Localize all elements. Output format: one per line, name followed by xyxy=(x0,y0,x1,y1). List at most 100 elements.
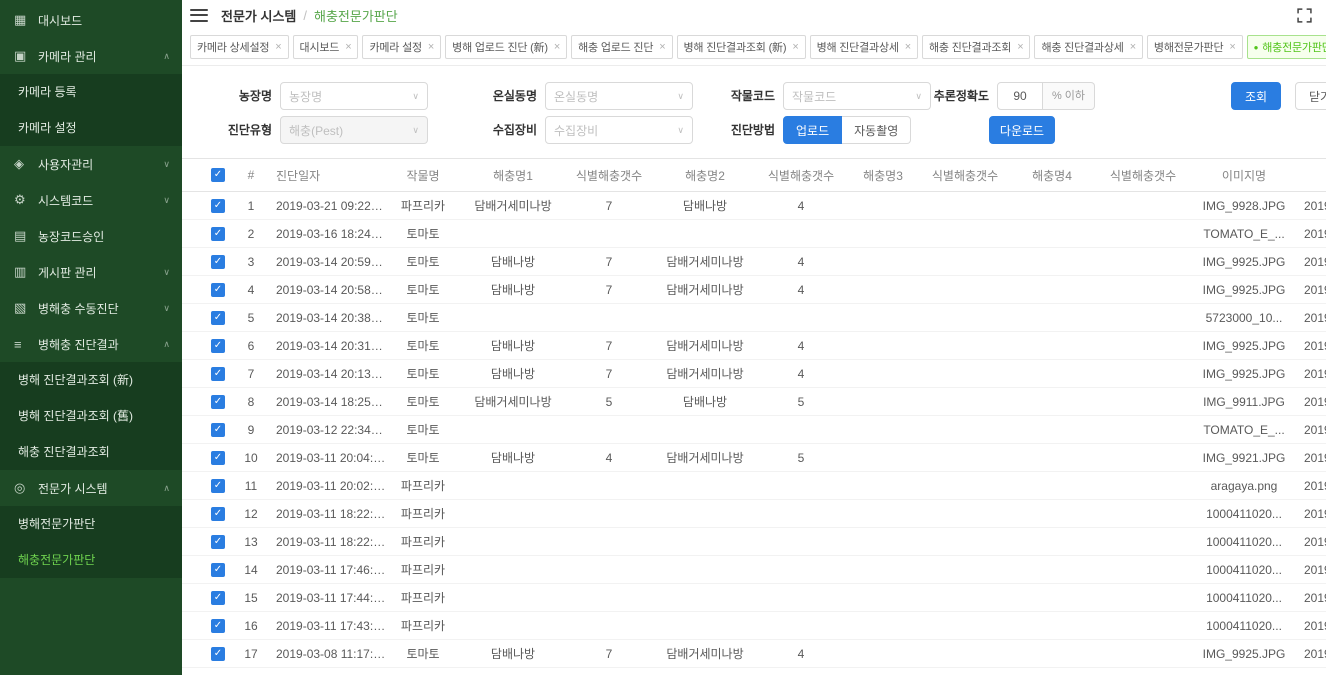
image-name: IMG_9925.JPG xyxy=(1190,255,1298,269)
close-icon[interactable]: × xyxy=(905,41,911,53)
tab[interactable]: ● 병해 진단결과조회 (新) × xyxy=(677,35,806,59)
registered-date: 2019 xyxy=(1298,283,1326,297)
diagnosis-date: 2019-03-12 22:34:44 xyxy=(268,423,386,437)
pest-name-2: 담배거세미나방 xyxy=(652,253,758,270)
sidebar-item-camera-register[interactable]: 카메라 등록 xyxy=(0,74,182,110)
tab-label: 해충 진단결과조회 xyxy=(929,39,1011,55)
download-button[interactable]: 다운로드 xyxy=(989,116,1055,144)
row-checkbox[interactable]: ✓ xyxy=(211,283,225,297)
row-checkbox[interactable]: ✓ xyxy=(211,199,225,213)
row-checkbox[interactable]: ✓ xyxy=(211,423,225,437)
row-checkbox[interactable]: ✓ xyxy=(211,535,225,549)
sidebar-item-label: 시스템코드 xyxy=(38,192,93,209)
pest-name-1: 담배나방 xyxy=(460,281,566,298)
tab[interactable]: ● 병해전문가판단 × xyxy=(1147,35,1243,59)
registered-date: 2019 xyxy=(1298,507,1326,521)
breadcrumb: 전문가 시스템 / 해충전문가판단 xyxy=(221,6,398,25)
sidebar-item-diagnosis-results[interactable]: ≡ 병해충 진단결과 ∧ xyxy=(0,326,182,362)
diagnosis-date: 2019-03-11 20:04:40 xyxy=(268,451,386,465)
row-checkbox[interactable]: ✓ xyxy=(211,311,225,325)
auto-capture-method-button[interactable]: 자동촬영 xyxy=(842,116,911,144)
row-checkbox[interactable]: ✓ xyxy=(211,647,225,661)
row-checkbox[interactable]: ✓ xyxy=(211,395,225,409)
crop-name: 토마토 xyxy=(386,393,460,410)
select-all-checkbox[interactable]: ✓ xyxy=(211,168,225,182)
close-icon[interactable]: × xyxy=(345,41,351,53)
close-icon[interactable]: × xyxy=(792,41,798,53)
crop-code-select[interactable]: 작물코드 ∨ xyxy=(783,82,931,110)
close-icon[interactable]: × xyxy=(1130,41,1136,53)
pest-name-2: 담배거세미나방 xyxy=(652,365,758,382)
diagnosis-date: 2019-03-11 20:02:41 xyxy=(268,479,386,493)
row-checkbox[interactable]: ✓ xyxy=(211,479,225,493)
close-button[interactable]: 닫기 xyxy=(1295,82,1326,110)
diagnosis-date: 2019-03-14 18:25:32 xyxy=(268,395,386,409)
sidebar-item-expert-system[interactable]: ◎ 전문가 시스템 ∧ xyxy=(0,470,182,506)
sidebar-item-system-code[interactable]: ⚙ 시스템코드 ∨ xyxy=(0,182,182,218)
crop-name: 파프리카 xyxy=(386,505,460,522)
row-checkbox[interactable]: ✓ xyxy=(211,451,225,465)
tab[interactable]: ● 해충 진단결과조회 × xyxy=(922,35,1030,59)
check-icon: ✓ xyxy=(214,227,222,241)
close-icon[interactable]: × xyxy=(1017,41,1023,53)
row-checkbox[interactable]: ✓ xyxy=(211,563,225,577)
close-icon[interactable]: × xyxy=(275,41,281,53)
diagnosis-date: 2019-03-14 20:38:56 xyxy=(268,311,386,325)
device-select[interactable]: 수집장비 ∨ xyxy=(545,116,693,144)
close-icon[interactable]: × xyxy=(428,41,434,53)
tab[interactable]: ● 해충전문가판단 × xyxy=(1247,35,1326,59)
sidebar-item-board-management[interactable]: ▥ 게시판 관리 ∨ xyxy=(0,254,182,290)
row-checkbox[interactable]: ✓ xyxy=(211,339,225,353)
row-checkbox[interactable]: ✓ xyxy=(211,619,225,633)
farm-name-select[interactable]: 농장명 ∨ xyxy=(280,82,428,110)
registered-date: 2019 xyxy=(1298,367,1326,381)
sidebar-item-disease-result-old[interactable]: 병해 진단결과조회 (舊) xyxy=(0,398,182,434)
table-row: ✓ 16 2019-03-11 17:43:34 파프리카 1000411020… xyxy=(182,612,1326,640)
image-name: 1000411020... xyxy=(1190,535,1298,549)
sidebar-item-user-management[interactable]: ◈ 사용자관리 ∨ xyxy=(0,146,182,182)
tab[interactable]: ● 카메라 상세설정 × xyxy=(190,35,289,59)
close-icon[interactable]: × xyxy=(554,41,560,53)
upload-method-button[interactable]: 업로드 xyxy=(783,116,842,144)
sidebar-item-pest-result[interactable]: 해충 진단결과조회 xyxy=(0,434,182,470)
tab[interactable]: ● 카메라 설정 × xyxy=(362,35,441,59)
pest-name-2: 담배나방 xyxy=(652,197,758,214)
sidebar-item-dashboard[interactable]: ▦ 대시보드 xyxy=(0,2,182,38)
greenhouse-select[interactable]: 온실동명 ∨ xyxy=(545,82,693,110)
crop-name: 토마토 xyxy=(386,337,460,354)
diagnosis-type-select[interactable]: 해충(Pest) ∨ xyxy=(280,116,428,144)
sidebar-item-expert-pest[interactable]: 해충전문가판단 xyxy=(0,542,182,578)
tab[interactable]: ● 해충 업로드 진단 × xyxy=(571,35,672,59)
tab[interactable]: ● 병해 업로드 진단 (新) × xyxy=(445,35,567,59)
sidebar-item-expert-disease[interactable]: 병해전문가판단 xyxy=(0,506,182,542)
hamburger-menu-icon[interactable] xyxy=(190,9,208,22)
registered-date: 2019 xyxy=(1298,255,1326,269)
accuracy-input[interactable] xyxy=(997,82,1043,110)
row-checkbox[interactable]: ✓ xyxy=(211,255,225,269)
fullscreen-icon[interactable] xyxy=(1297,8,1312,23)
diagnosis-method-label: 진단방법 xyxy=(715,116,775,144)
main-content: 전문가 시스템 / 해충전문가판단 ● 카메라 상세설정 × ● 대시보드 xyxy=(182,0,1326,675)
sidebar-item-label: 대시보드 xyxy=(38,12,82,29)
sidebar-item-manual-diagnosis[interactable]: ▧ 병해충 수동진단 ∨ xyxy=(0,290,182,326)
row-checkbox[interactable]: ✓ xyxy=(211,367,225,381)
search-button[interactable]: 조회 xyxy=(1231,82,1281,110)
sidebar-item-camera-management[interactable]: ▣ 카메라 관리 ∧ xyxy=(0,38,182,74)
pest-name-1: 담배나방 xyxy=(460,253,566,270)
row-checkbox[interactable]: ✓ xyxy=(211,591,225,605)
close-icon[interactable]: × xyxy=(659,41,665,53)
row-checkbox[interactable]: ✓ xyxy=(211,227,225,241)
tab[interactable]: ● 병해 진단결과상세 × xyxy=(810,35,918,59)
sidebar-item-disease-result-new[interactable]: 병해 진단결과조회 (新) xyxy=(0,362,182,398)
row-checkbox[interactable]: ✓ xyxy=(211,507,225,521)
sidebar-item-farm-code-approval[interactable]: ▤ 농장코드승인 xyxy=(0,218,182,254)
crop-name: 토마토 xyxy=(386,309,460,326)
row-number: 17 xyxy=(234,647,268,661)
tab[interactable]: ● 대시보드 × xyxy=(293,35,359,59)
sidebar-item-camera-settings[interactable]: 카메라 설정 xyxy=(0,110,182,146)
tab[interactable]: ● 해충 진단결과상세 × xyxy=(1034,35,1142,59)
tab-label: 병해 진단결과조회 (新) xyxy=(684,39,787,55)
top-bar: 전문가 시스템 / 해충전문가판단 xyxy=(182,0,1326,30)
close-icon[interactable]: × xyxy=(1229,41,1235,53)
check-icon: ✓ xyxy=(214,507,222,521)
